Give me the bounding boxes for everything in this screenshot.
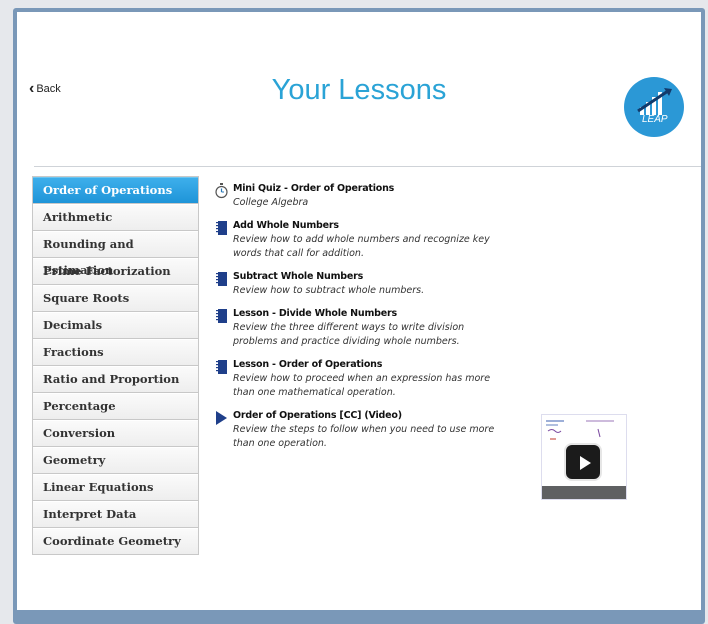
lesson-title[interactable]: Lesson - Order of Operations	[233, 358, 505, 372]
sidebar-item-linear-equations[interactable]: Linear Equations	[33, 474, 198, 501]
sidebar-item-arithmetic[interactable]: Arithmetic	[33, 204, 198, 231]
lesson-description: Review how to add whole numbers and reco…	[233, 234, 490, 259]
notebook-icon	[216, 272, 227, 286]
list-item: Order of Operations [CC] (Video) Review …	[215, 409, 505, 451]
lesson-title[interactable]: Subtract Whole Numbers	[233, 270, 505, 284]
notebook-icon	[216, 360, 227, 374]
sidebar-item-geometry[interactable]: Geometry	[33, 447, 198, 474]
lesson-list: Mini Quiz - Order of Operations College …	[215, 182, 505, 460]
video-caption-bar	[542, 486, 626, 499]
play-triangle-icon	[216, 411, 227, 425]
notebook-icon	[216, 221, 227, 235]
sidebar-item-interpret-data[interactable]: Interpret Data	[33, 501, 198, 528]
lesson-description: Review the steps to follow when you need…	[233, 424, 495, 449]
lesson-title[interactable]: Mini Quiz - Order of Operations	[233, 182, 505, 196]
list-item: Subtract Whole Numbers Review how to sub…	[215, 270, 505, 298]
sidebar-item-square-roots[interactable]: Square Roots	[33, 285, 198, 312]
sidebar-item-percentage[interactable]: Percentage	[33, 393, 198, 420]
lesson-description: Review how to subtract whole numbers.	[233, 285, 425, 296]
sidebar-item-order-of-operations[interactable]: Order of Operations	[33, 177, 198, 204]
sidebar-item-ratio-and-proportion[interactable]: Ratio and Proportion	[33, 366, 198, 393]
play-icon[interactable]	[564, 443, 602, 481]
list-item: Lesson - Order of Operations Review how …	[215, 358, 505, 400]
topic-sidebar: Order of Operations Arithmetic Rounding …	[32, 176, 199, 555]
video-thumbnail[interactable]	[541, 414, 627, 500]
lesson-description: Review the three different ways to write…	[233, 322, 465, 347]
lesson-description: Review how to proceed when an expression…	[233, 373, 491, 398]
leap-logo: LEAP	[624, 77, 684, 137]
logo-text: LEAP	[642, 114, 668, 125]
sidebar-item-rounding-and-estimation[interactable]: Rounding and Estimation	[33, 231, 198, 277]
header-divider	[34, 166, 701, 167]
stopwatch-icon	[215, 183, 228, 199]
list-item: Add Whole Numbers Review how to add whol…	[215, 219, 505, 261]
lessons-panel: ‹ Back Your Lessons LEAP Order of Operat…	[17, 12, 701, 610]
sidebar-item-coordinate-geometry[interactable]: Coordinate Geometry	[33, 528, 198, 555]
sidebar-item-prime-factorization[interactable]: Prime Factorization	[33, 258, 198, 285]
page-title: Your Lessons	[271, 74, 447, 106]
lesson-title[interactable]: Order of Operations [CC] (Video)	[233, 409, 505, 423]
list-item: Lesson - Divide Whole Numbers Review the…	[215, 307, 505, 349]
lesson-description: College Algebra	[233, 197, 309, 208]
sidebar-item-conversion[interactable]: Conversion	[33, 420, 198, 447]
sidebar-item-decimals[interactable]: Decimals	[33, 312, 198, 339]
bar-chart-arrow-icon	[637, 88, 672, 115]
notebook-icon	[216, 309, 227, 323]
lesson-title[interactable]: Add Whole Numbers	[233, 219, 505, 233]
lesson-title[interactable]: Lesson - Divide Whole Numbers	[233, 307, 505, 321]
list-item: Mini Quiz - Order of Operations College …	[215, 182, 505, 210]
sidebar-item-fractions[interactable]: Fractions	[33, 339, 198, 366]
